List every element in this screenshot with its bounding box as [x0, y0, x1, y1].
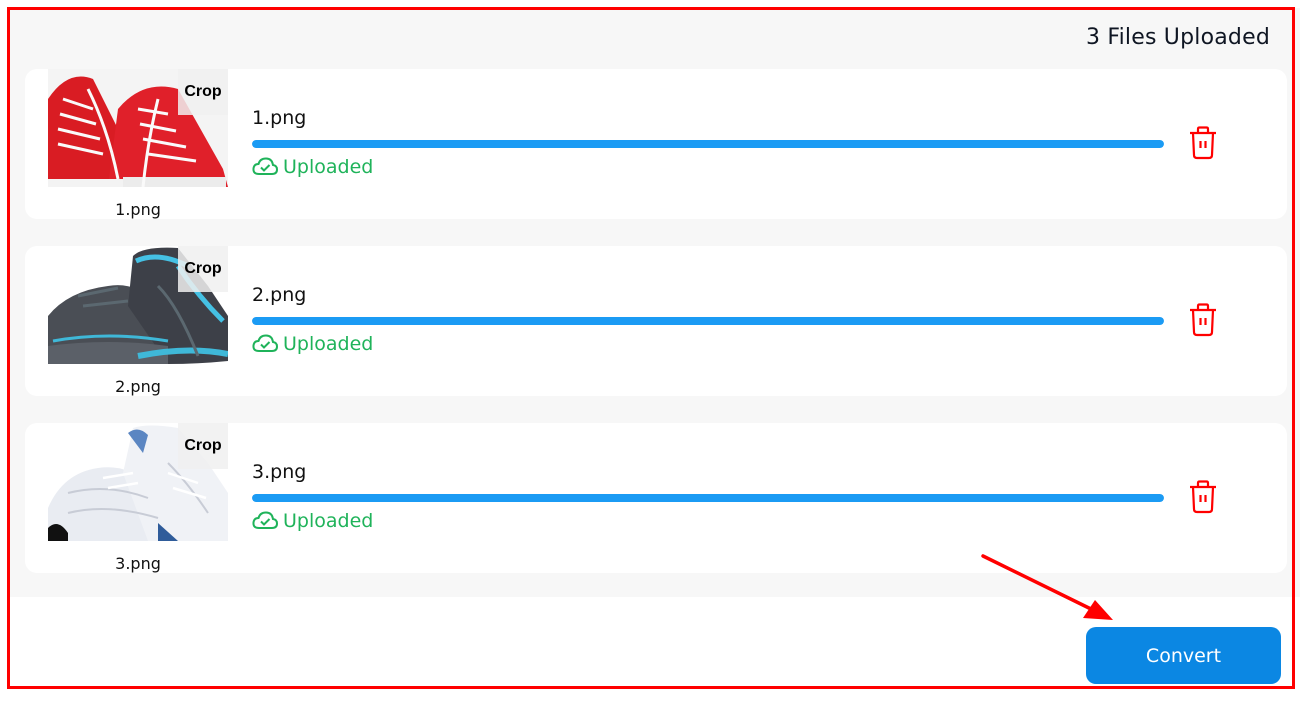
upload-progress-fill	[252, 317, 1164, 325]
upload-progress-fill	[252, 140, 1164, 148]
file-thumbnail: Crop	[48, 69, 228, 187]
convert-button[interactable]: Convert	[1086, 627, 1281, 684]
delete-file-button[interactable]	[1188, 480, 1218, 514]
file-card: Crop 1.png 1.png Uploaded	[25, 69, 1287, 219]
file-name: 2.png	[252, 284, 307, 306]
upload-progress-fill	[252, 494, 1164, 502]
file-thumbnail: Crop	[48, 246, 228, 364]
crop-button[interactable]: Crop	[178, 246, 228, 292]
annotation-arrow-icon	[981, 554, 1113, 620]
trash-icon	[1190, 303, 1216, 337]
crop-button[interactable]: Crop	[178, 423, 228, 469]
upload-status-label: Uploaded	[283, 510, 374, 532]
file-list: 3 Files Uploaded Crop 1.png 1.png Upload…	[8, 8, 1300, 597]
upload-status-label: Uploaded	[283, 333, 374, 355]
trash-icon	[1190, 126, 1216, 160]
thumbnail-caption: 1.png	[115, 200, 161, 219]
file-thumbnail: Crop	[48, 423, 228, 541]
cloud-check-icon	[252, 157, 278, 175]
upload-progress-bar	[252, 317, 1164, 325]
crop-button[interactable]: Crop	[178, 69, 228, 115]
trash-icon	[1190, 480, 1216, 514]
thumbnail-caption: 2.png	[115, 377, 161, 396]
delete-file-button[interactable]	[1188, 303, 1218, 337]
files-uploaded-count: 3 Files Uploaded	[1085, 25, 1270, 50]
upload-progress-bar	[252, 494, 1164, 502]
file-name: 3.png	[252, 461, 307, 483]
upload-status: Uploaded	[252, 333, 373, 355]
file-name: 1.png	[252, 107, 307, 129]
upload-progress-bar	[252, 140, 1164, 148]
upload-status-label: Uploaded	[283, 156, 374, 178]
thumbnail-caption: 3.png	[115, 554, 161, 573]
delete-file-button[interactable]	[1188, 126, 1218, 160]
file-card: Crop 2.png 2.png Uploaded	[25, 246, 1287, 396]
upload-status: Uploaded	[252, 156, 373, 178]
upload-status: Uploaded	[252, 510, 373, 532]
cloud-check-icon	[252, 511, 278, 529]
cloud-check-icon	[252, 334, 278, 352]
